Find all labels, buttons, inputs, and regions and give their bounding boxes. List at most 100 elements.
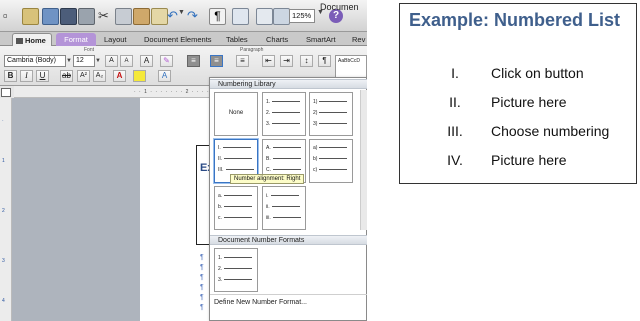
list-item: 3)	[313, 121, 348, 127]
paragraph-mark: ¶	[200, 274, 204, 281]
multilevel-list-button[interactable]: ≡	[236, 55, 249, 67]
save-icon[interactable]	[60, 8, 77, 25]
tab-layout[interactable]: Layout	[104, 33, 127, 46]
list-item: c.	[218, 215, 252, 221]
copy-icon[interactable]	[115, 8, 132, 25]
clear-formatting-icon[interactable]: ✎	[160, 55, 173, 67]
list-item: 1)	[313, 99, 348, 105]
list-text: Picture here	[491, 94, 567, 110]
numbering-library-header: Numbering Library	[210, 79, 367, 89]
list-item: II. Picture here	[400, 94, 638, 114]
tab-home-label: Home	[25, 36, 46, 45]
tab-charts[interactable]: Charts	[266, 33, 288, 46]
dropdown-scrollbar[interactable]	[360, 90, 367, 230]
font-name-field[interactable]: Cambria (Body)	[4, 55, 66, 67]
numbering-dropdown: Numbering Library None 1. 2. 3. 1) 2) 3)…	[209, 77, 367, 321]
numbering-option-1-paren[interactable]: 1) 2) 3)	[309, 92, 353, 136]
list-item: 2.	[218, 266, 253, 272]
format-painter-icon[interactable]	[151, 8, 168, 25]
templates-icon[interactable]	[22, 8, 39, 25]
strikethrough-button[interactable]: ab	[60, 70, 73, 82]
list-number: III.	[447, 123, 463, 139]
underline-button[interactable]: U	[36, 70, 49, 82]
highlight-button[interactable]	[133, 70, 146, 82]
tab-document-elements[interactable]: Document Elements	[144, 33, 212, 46]
list-item: c)	[313, 167, 348, 173]
italic-button[interactable]: I	[20, 70, 33, 82]
new-doc-icon[interactable]: ▫	[3, 7, 8, 24]
font-size-field[interactable]: 12	[73, 55, 95, 67]
list-item: 3.	[218, 277, 253, 283]
paste-icon[interactable]	[133, 8, 150, 25]
ruler-tick: 1	[2, 158, 5, 164]
list-item: a.	[218, 193, 253, 199]
numbering-option-1-dot[interactable]: 1. 2. 3.	[262, 92, 306, 136]
list-item: 2.	[266, 110, 301, 116]
numbering-option-lower-alpha-paren[interactable]: a) b) c)	[309, 139, 353, 183]
numbering-option-lower-alpha[interactable]: a. b. c.	[214, 186, 258, 230]
undo-dropdown-icon[interactable]: ▼	[178, 9, 185, 16]
list-item: a)	[313, 145, 348, 151]
pilcrow-icon[interactable]: ¶	[209, 8, 226, 25]
define-new-number-format-item[interactable]: Define New Number Format...	[214, 299, 307, 306]
list-text: Picture here	[491, 152, 567, 168]
list-item: III. Choose numbering	[400, 123, 638, 143]
font-group-label: Font	[84, 47, 95, 53]
font-color-button[interactable]: A	[113, 70, 126, 82]
zoom-field[interactable]: 125%	[289, 9, 315, 23]
document-title: Documen	[320, 2, 359, 12]
paragraph-mark: ¶	[200, 254, 204, 261]
open-icon[interactable]	[42, 8, 59, 25]
font-name-dropdown-icon[interactable]: ▼	[66, 58, 72, 64]
undo-icon[interactable]: ↶	[167, 7, 178, 24]
list-item: i.	[266, 193, 299, 199]
tab-format[interactable]: Format	[56, 33, 96, 46]
list-item: b.	[218, 204, 253, 210]
list-item: 1.	[218, 255, 253, 261]
list-text: Click on button	[491, 65, 584, 81]
shrink-font-button[interactable]: A	[120, 55, 133, 67]
sort-button[interactable]: ↕	[300, 55, 313, 67]
print-icon[interactable]	[78, 8, 95, 25]
ribbon-tabs: Home Format Layout Document Elements Tab…	[0, 32, 367, 46]
list-number: II.	[449, 94, 461, 110]
grow-font-button[interactable]: A	[105, 55, 118, 67]
list-item: 3.	[266, 121, 301, 127]
toolbox-icon[interactable]	[256, 8, 273, 25]
sidebar-icon[interactable]	[232, 8, 249, 25]
vertical-ruler[interactable]: · 1 2 3 4	[0, 98, 12, 321]
decrease-indent-button[interactable]: ⇤	[262, 55, 275, 67]
font-size-dropdown-icon[interactable]: ▼	[95, 58, 101, 64]
increase-indent-button[interactable]: ⇥	[280, 55, 293, 67]
show-marks-button[interactable]: ¶	[318, 55, 331, 67]
document-number-formats-header: Document Number Formats	[210, 235, 367, 245]
numbering-option-lower-roman[interactable]: i. ii. iii.	[262, 186, 306, 230]
redo-icon[interactable]: ↷	[187, 7, 198, 24]
list-item: III.	[218, 167, 254, 173]
media-browser-icon[interactable]	[273, 8, 290, 25]
cut-icon[interactable]: ✂	[98, 7, 109, 24]
tab-stop-icon[interactable]	[1, 88, 11, 97]
list-item: IV. Picture here	[400, 152, 638, 172]
paragraph-mark: ¶	[200, 294, 204, 301]
document-number-format-option[interactable]: 1. 2. 3.	[214, 248, 258, 292]
list-item: 1.	[266, 99, 301, 105]
list-item: II.	[218, 156, 253, 162]
example-title: Example: Numbered List	[409, 10, 621, 30]
list-item: I.	[218, 145, 251, 151]
tab-smartart[interactable]: SmartArt	[306, 33, 336, 46]
tab-review[interactable]: Rev	[352, 33, 365, 46]
numbering-button[interactable]: ≡	[210, 55, 223, 67]
example-box: Example: Numbered List I. Click on butto…	[399, 3, 637, 184]
list-item: 2)	[313, 110, 348, 116]
superscript-button[interactable]: A²	[77, 70, 90, 82]
bullets-button[interactable]: ≡	[187, 55, 200, 67]
change-case-button[interactable]: A	[140, 55, 153, 67]
tab-tables[interactable]: Tables	[226, 33, 248, 46]
numbering-option-none[interactable]: None	[214, 92, 258, 136]
text-effects-button[interactable]: A	[158, 70, 171, 82]
list-item: iii.	[266, 215, 301, 221]
tab-home[interactable]: Home	[12, 33, 52, 46]
bold-button[interactable]: B	[4, 70, 17, 82]
subscript-button[interactable]: A₂	[93, 70, 106, 82]
